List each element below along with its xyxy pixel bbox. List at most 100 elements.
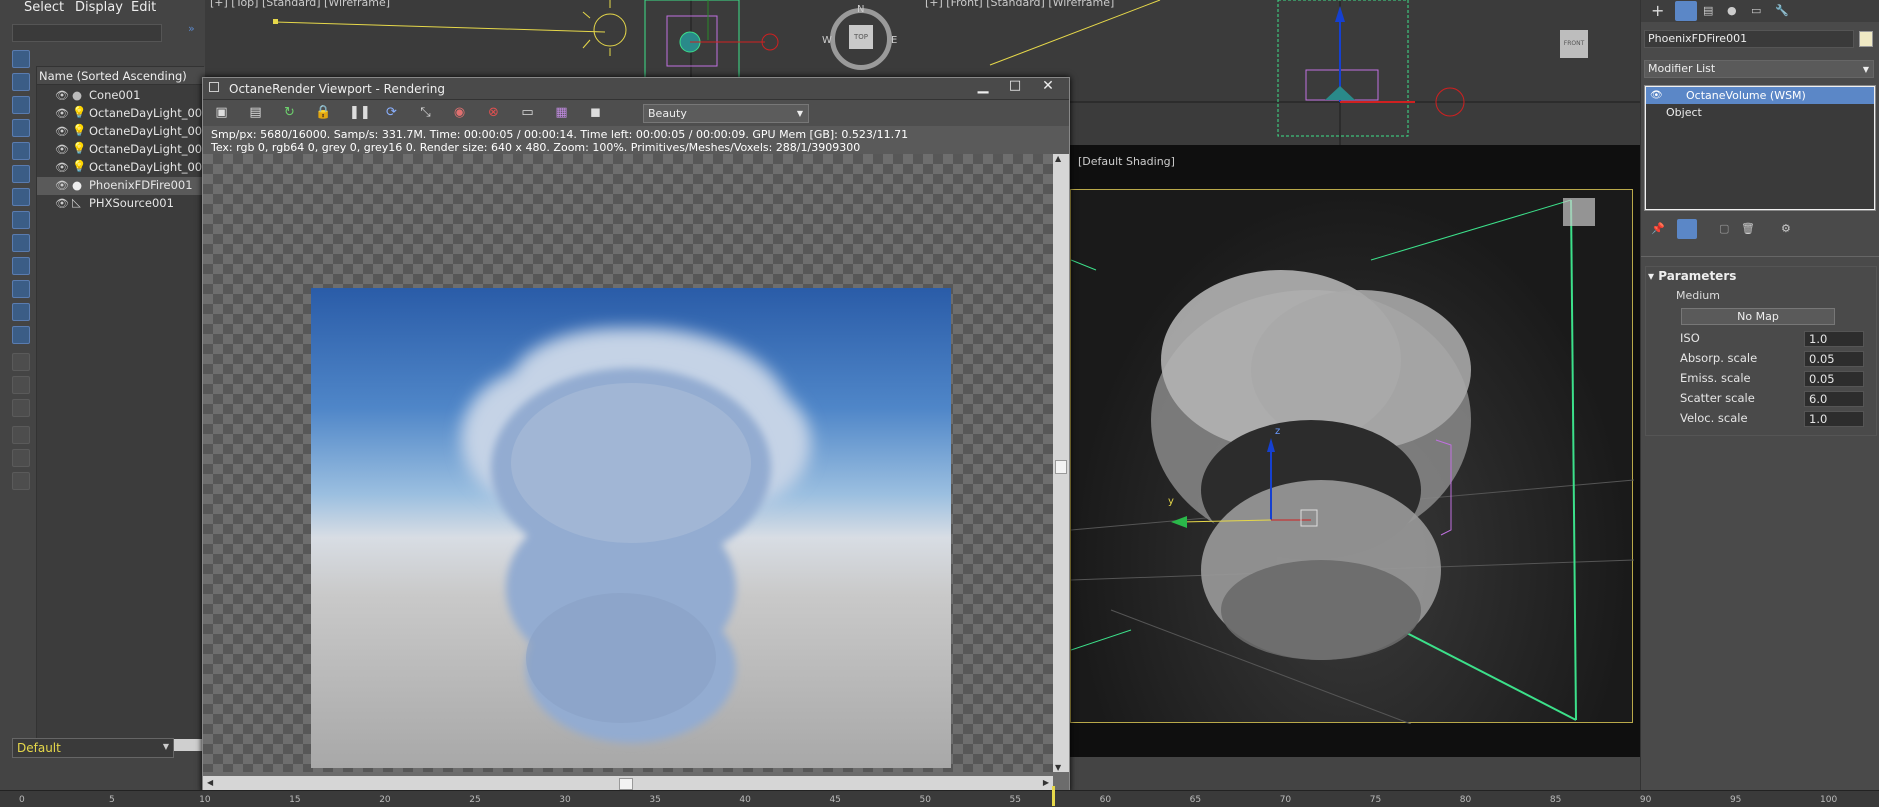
- stack-item-object[interactable]: Object: [1646, 104, 1874, 121]
- viewcube-compass[interactable]: TOP: [830, 8, 892, 70]
- display-xrefs-icon[interactable]: [12, 234, 30, 252]
- close-button[interactable]: ✕: [1032, 78, 1064, 98]
- create-tab-icon[interactable]: +: [1651, 1, 1664, 20]
- display-invert-icon[interactable]: [12, 399, 30, 417]
- display-containers-icon[interactable]: [12, 280, 30, 298]
- eye-icon[interactable]: 👁: [55, 179, 69, 192]
- scroll-left-icon[interactable]: ◀: [207, 778, 213, 787]
- display-geometry-icon[interactable]: [12, 73, 30, 91]
- render-vertical-scrollbar[interactable]: ▲ ▼: [1053, 154, 1069, 772]
- emiss-scale-spinner[interactable]: 0.05: [1804, 371, 1864, 387]
- menu-display[interactable]: Display: [75, 0, 123, 15]
- object-name-field[interactable]: PhoenixFDFire001: [1644, 30, 1854, 48]
- viewport-perspective[interactable]: [Default Shading] y z: [1070, 145, 1640, 757]
- viewcube-top-face[interactable]: TOP: [849, 25, 873, 49]
- eye-icon[interactable]: 👁: [55, 161, 69, 174]
- display-cameras-icon[interactable]: [12, 142, 30, 160]
- tree-item-phoenixfdfire001[interactable]: 👁 ● PhoenixFDFire001: [37, 177, 205, 195]
- display-settings-icon[interactable]: ▭: [519, 105, 536, 121]
- pin-icon[interactable]: 📌: [1651, 222, 1665, 235]
- parameters-rollout-header[interactable]: ▾ Parameters: [1648, 269, 1736, 283]
- layer-icon[interactable]: [12, 472, 30, 490]
- scroll-thumb[interactable]: [1055, 460, 1067, 474]
- refresh-icon[interactable]: ⟳: [383, 105, 400, 121]
- viewcube-front-face[interactable]: FRONT: [1560, 30, 1588, 58]
- scroll-thumb[interactable]: [619, 778, 633, 790]
- eye-icon[interactable]: 👁: [55, 89, 69, 102]
- time-slider-marker[interactable]: [1052, 786, 1055, 806]
- explorer-toggle-icon[interactable]: »: [188, 22, 195, 35]
- modify-tab-icon[interactable]: [1675, 1, 1697, 21]
- color-picker-icon[interactable]: ◉: [451, 105, 468, 121]
- render-pass-dropdown[interactable]: Beauty ▼: [643, 104, 809, 123]
- no-map-button[interactable]: No Map: [1681, 308, 1835, 325]
- eye-icon[interactable]: 👁: [55, 197, 69, 210]
- make-unique-icon[interactable]: ▢: [1719, 222, 1729, 235]
- utilities-tab-icon[interactable]: 🔧: [1775, 4, 1789, 17]
- tree-column-header[interactable]: Name (Sorted Ascending): [37, 67, 205, 85]
- display-tab-icon[interactable]: ▭: [1751, 4, 1761, 17]
- display-helpers-icon[interactable]: [12, 165, 30, 183]
- filter-icon[interactable]: [12, 449, 30, 467]
- timeline-tick-label: 85: [1549, 795, 1562, 805]
- save-image-icon[interactable]: ▣: [213, 105, 230, 121]
- stack-item-octanevolume[interactable]: 👁 OctaneVolume (WSM): [1646, 87, 1874, 104]
- display-eye-icon[interactable]: [12, 326, 30, 344]
- viewport-persp-label[interactable]: [Default Shading]: [1078, 155, 1175, 168]
- tree-item-daylight001-target[interactable]: 👁 💡 OctaneDayLight_001.T: [37, 123, 205, 141]
- scatter-scale-spinner[interactable]: 6.0: [1804, 391, 1864, 407]
- restart-render-icon[interactable]: ↻: [281, 105, 298, 121]
- display-lights-icon[interactable]: [12, 119, 30, 137]
- region-render-icon[interactable]: ⤡: [417, 105, 434, 121]
- display-shapes-icon[interactable]: [12, 96, 30, 114]
- scroll-up-icon[interactable]: ▲: [1055, 154, 1061, 163]
- minimize-button[interactable]: ▁: [968, 78, 998, 98]
- tree-item-daylight001[interactable]: 👁 💡 OctaneDayLight_001: [37, 105, 205, 123]
- eye-icon[interactable]: 👁: [55, 143, 69, 156]
- absorp-scale-spinner[interactable]: 0.05: [1804, 351, 1864, 367]
- explorer-search-field[interactable]: [12, 24, 162, 42]
- configure-icon[interactable]: ⚙: [1781, 222, 1791, 235]
- veloc-scale-spinner[interactable]: 1.0: [1804, 411, 1864, 427]
- modifier-list-dropdown[interactable]: Modifier List ▼: [1644, 60, 1874, 78]
- tree-item-phxsource001[interactable]: 👁 ◺ PHXSource001: [37, 195, 205, 213]
- clear-icon[interactable]: ⊗: [485, 105, 502, 121]
- scroll-right-icon[interactable]: ▶: [1043, 778, 1049, 787]
- display-all-icon[interactable]: [12, 353, 30, 371]
- maximize-button[interactable]: □: [1000, 78, 1030, 98]
- copy-image-icon[interactable]: ▤: [247, 105, 264, 121]
- show-end-result-icon[interactable]: [1677, 219, 1697, 239]
- tree-item-daylight00[interactable]: 👁 💡 OctaneDayLight_00: [37, 159, 205, 177]
- eye-icon[interactable]: 👁: [55, 125, 69, 138]
- display-spacewarps-icon[interactable]: [12, 188, 30, 206]
- funnel-icon[interactable]: [12, 426, 30, 444]
- eye-icon[interactable]: 👁: [1650, 87, 1663, 104]
- camera-icon[interactable]: ◼: [587, 105, 604, 121]
- render-settings-icon[interactable]: ▦: [553, 105, 570, 121]
- pause-icon[interactable]: ❚❚: [349, 105, 371, 121]
- eye-icon[interactable]: 👁: [55, 107, 69, 120]
- hierarchy-tab-icon[interactable]: ▤: [1703, 4, 1713, 17]
- display-none-toggle-icon[interactable]: [12, 376, 30, 394]
- display-groups-icon[interactable]: [12, 211, 30, 229]
- render-window-titlebar[interactable]: OctaneRender Viewport - Rendering ▁ □ ✕: [203, 78, 1069, 100]
- octane-render-window[interactable]: OctaneRender Viewport - Rendering ▁ □ ✕ …: [202, 77, 1070, 793]
- tree-item-daylight002[interactable]: 👁 💡 OctaneDayLight_002: [37, 141, 205, 159]
- iso-spinner[interactable]: 1.0: [1804, 331, 1864, 347]
- display-bones-icon[interactable]: [12, 257, 30, 275]
- trash-icon[interactable]: 🗑: [1741, 222, 1755, 235]
- lock-icon[interactable]: 🔒: [315, 105, 332, 121]
- tree-item-cone001[interactable]: 👁 ● Cone001: [37, 87, 205, 105]
- timeline[interactable]: 0 5 10 15 20 25 30 35 40 45 50 55 60 65 70 75 80 85 90 95 10…: [0, 786, 1879, 807]
- render-canvas[interactable]: [203, 154, 1053, 772]
- menu-select[interactable]: Select: [24, 0, 64, 15]
- layer-dropdown[interactable]: Default ▼: [12, 738, 174, 758]
- menu-edit[interactable]: Edit: [131, 0, 156, 15]
- motion-tab-icon[interactable]: ●: [1727, 4, 1737, 17]
- param-iso: ISO 1.0: [1680, 331, 1870, 349]
- scroll-down-icon[interactable]: ▼: [1055, 763, 1061, 772]
- param-label: Scatter scale: [1680, 391, 1755, 405]
- display-none-icon[interactable]: [12, 50, 30, 68]
- display-particles-icon[interactable]: [12, 303, 30, 321]
- object-color-swatch[interactable]: [1859, 31, 1873, 47]
